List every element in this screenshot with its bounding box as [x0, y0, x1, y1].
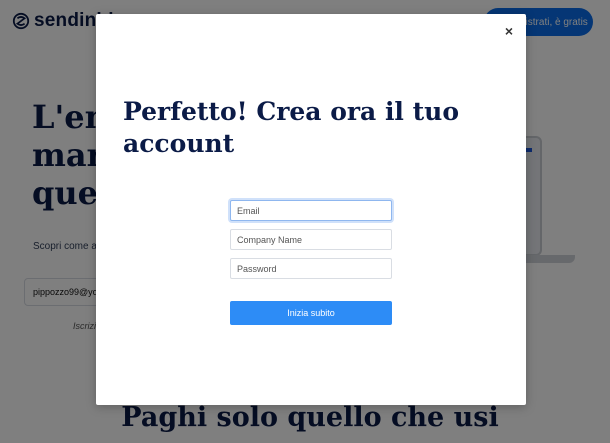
company-name-field[interactable] — [230, 229, 392, 250]
email-field[interactable] — [230, 200, 392, 221]
start-button[interactable]: Inizia subito — [230, 301, 392, 325]
password-field[interactable] — [230, 258, 392, 279]
signup-modal: × Perfetto! Crea ora il tuo account Iniz… — [96, 14, 526, 405]
close-icon[interactable]: × — [500, 22, 518, 40]
modal-title: Perfetto! Crea ora il tuo account — [123, 97, 460, 158]
